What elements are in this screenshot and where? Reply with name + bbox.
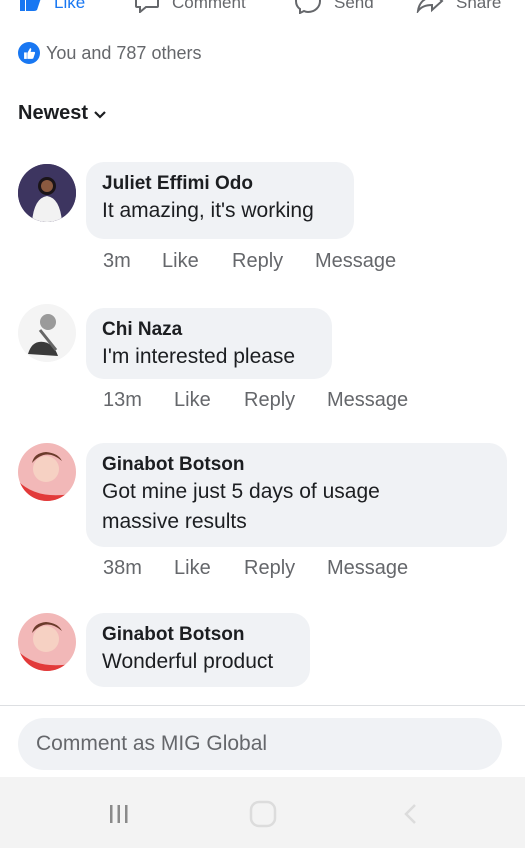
comment-author[interactable]: Ginabot Botson <box>102 623 294 647</box>
avatar[interactable] <box>18 304 76 362</box>
comment-like-button[interactable]: Like <box>174 389 244 412</box>
comment-input-placeholder: Comment as MIG Global <box>36 732 268 755</box>
avatar[interactable] <box>18 613 76 671</box>
post-action-bar: Like Comment Send Share <box>0 0 525 20</box>
comment-message-button[interactable]: Message <box>327 389 408 412</box>
comment-reply-button[interactable]: Reply <box>244 389 327 412</box>
comment-text: It amazing, it's working <box>102 199 314 222</box>
comment-actions: 13m Like Reply Message <box>103 389 408 412</box>
comment-message-button[interactable]: Message <box>315 250 396 273</box>
comment-action-label: Comment <box>172 0 246 12</box>
back-icon[interactable] <box>396 799 426 829</box>
like-action-button[interactable]: Like <box>18 0 85 16</box>
comment-message-button[interactable]: Message <box>327 557 408 580</box>
send-action-button[interactable]: Send <box>294 0 374 16</box>
comment-sort-dropdown[interactable]: Newest <box>18 102 106 125</box>
system-navigation-bar <box>0 777 525 848</box>
avatar[interactable] <box>18 164 76 222</box>
like-action-label: Like <box>54 0 86 12</box>
comment-bubble: Juliet Effimi Odo It amazing, it's worki… <box>86 162 354 239</box>
messenger-icon <box>294 0 322 19</box>
like-reaction-icon <box>18 42 40 64</box>
reactions-summary[interactable]: You and 787 others <box>18 42 201 64</box>
comment-author[interactable]: Juliet Effimi Odo <box>102 172 338 196</box>
sort-label: Newest <box>18 102 89 124</box>
send-action-label: Send <box>334 0 374 12</box>
comment-text: Wonderful product <box>102 650 274 673</box>
comment-like-button[interactable]: Like <box>174 557 244 580</box>
comment-text: I'm interested please <box>102 345 296 368</box>
comment-timestamp: 13m <box>103 389 142 411</box>
recent-apps-icon[interactable] <box>104 799 134 829</box>
comment-reply-button[interactable]: Reply <box>232 250 315 273</box>
comment-icon <box>134 0 160 18</box>
comment-action-button[interactable]: Comment <box>134 0 246 16</box>
chevron-down-icon <box>94 102 106 125</box>
comment-like-button[interactable]: Like <box>162 250 232 273</box>
comment-reply-button[interactable]: Reply <box>244 557 327 580</box>
comment-bubble: Ginabot Botson Wonderful product <box>86 613 310 687</box>
comment-composer-bar: Comment as MIG Global <box>0 705 525 777</box>
home-icon[interactable] <box>248 799 278 829</box>
comment-timestamp: 3m <box>103 250 131 272</box>
comment-text-line: massive results <box>102 510 247 533</box>
comment-author[interactable]: Ginabot Botson <box>102 453 491 477</box>
thumbs-up-icon <box>18 0 42 18</box>
comment-actions: 38m Like Reply Message <box>103 557 408 580</box>
comment-actions: 3m Like Reply Message <box>103 250 396 273</box>
share-action-button[interactable]: Share <box>416 0 501 16</box>
comment-input[interactable]: Comment as MIG Global <box>18 718 502 770</box>
comment-author[interactable]: Chi Naza <box>102 318 316 342</box>
comment-bubble: Chi Naza I'm interested please <box>86 308 332 379</box>
comment-text-line: Got mine just 5 days of usage <box>102 480 380 503</box>
comment-bubble: Ginabot Botson Got mine just 5 days of u… <box>86 443 507 547</box>
comment-timestamp: 38m <box>103 557 142 579</box>
avatar[interactable] <box>18 443 76 501</box>
share-action-label: Share <box>456 0 502 12</box>
reactions-summary-text: You and 787 others <box>46 42 202 63</box>
share-icon <box>416 0 444 18</box>
